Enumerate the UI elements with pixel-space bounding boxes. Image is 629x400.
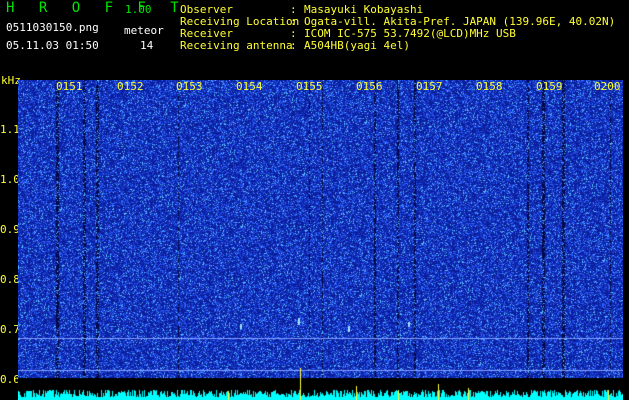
x-tick-0153: 0153: [176, 80, 203, 93]
meteor-count-value: 14: [140, 39, 154, 52]
y-tick-0-7: 0.7: [0, 323, 20, 336]
hrofft-window: H R O F F T 1.00 0511030150.png meteor 0…: [0, 0, 629, 400]
meteor-count-label: meteor: [124, 24, 164, 37]
x-tick-0152: 0152: [117, 80, 144, 93]
spectrogram-canvas: [18, 80, 623, 400]
spectrogram-plot: [18, 80, 623, 400]
x-tick-0156: 0156: [356, 80, 383, 93]
x-tick-0159: 0159: [536, 80, 563, 93]
y-tick-1-1: 1.1: [0, 123, 20, 136]
y-tick-0-6: 0.6: [0, 373, 20, 386]
y-tick-1-0: 1.0: [0, 173, 20, 186]
y-tick-0-9: 0.9: [0, 223, 20, 236]
x-tick-0200: 0200: [594, 80, 621, 93]
antenna-value: A504HB(yagi 4el): [304, 39, 410, 52]
y-tick-0-8: 0.8: [0, 273, 20, 286]
app-brand: H R O F F T: [6, 0, 187, 16]
x-tick-0158: 0158: [476, 80, 503, 93]
antenna-colon: :: [290, 39, 297, 52]
x-tick-0154: 0154: [236, 80, 263, 93]
x-tick-0157: 0157: [416, 80, 443, 93]
app-version: 1.00: [125, 3, 152, 16]
antenna-label: Receiving antenna: [180, 39, 293, 52]
x-tick-0155: 0155: [296, 80, 323, 93]
observation-datetime: 05.11.03 01:50: [6, 39, 99, 52]
x-tick-0151: 0151: [56, 80, 83, 93]
image-filename: 0511030150.png: [6, 21, 99, 34]
